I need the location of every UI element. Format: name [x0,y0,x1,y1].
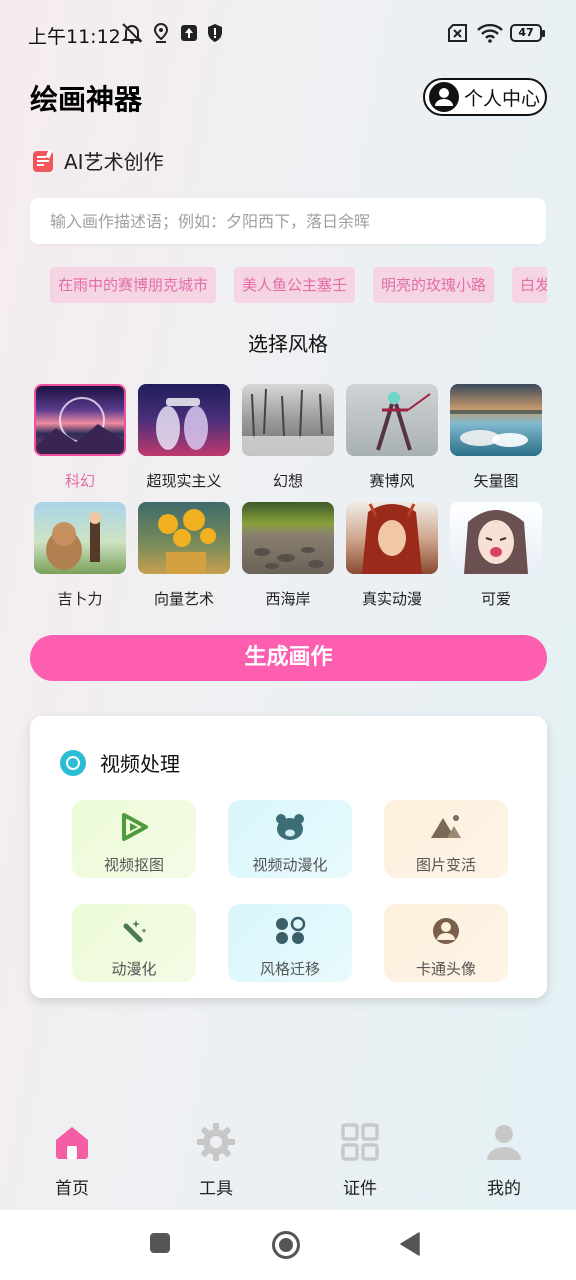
tool-anime[interactable]: 动漫化 [72,904,196,982]
suggestion-chip[interactable]: 在雨中的赛博朋克城市 [50,267,217,303]
style-thumbnail [346,502,438,574]
style-option-vector[interactable]: 矢量图 [450,384,544,491]
style-thumbnail [34,384,126,456]
style-thumbnail [138,384,230,456]
home-icon [56,1127,88,1159]
bottom-navigation: 首页 工具 证件 我的 [0,1110,576,1210]
tool-video-anime[interactable]: 视频动漫化 [228,800,352,878]
style-section-title: 选择风格 [248,332,328,356]
nav-tools[interactable]: 工具 [166,1122,266,1199]
video-section-title: 视频处理 [100,752,180,776]
style-thumbnail [450,502,542,574]
home-circle-icon[interactable] [271,1230,301,1260]
suggestion-chips: 在雨中的赛博朋克城市 美人鱼公主塞壬 明亮的玫瑰小路 白发 [50,267,547,303]
style-thumbnail [346,384,438,456]
back-icon[interactable] [399,1232,421,1256]
style-label: 矢量图 [473,472,519,490]
user-center-button[interactable]: 个人中心 [423,78,547,116]
grid-icon [341,1123,379,1161]
bear-face-icon [276,814,304,840]
video-processing-card: 视频处理 视频抠图 视频动漫化 图片变活 动漫化 风格迁移 卡通头像 [30,716,547,998]
generate-button[interactable]: 生成画作 [30,635,547,681]
nav-home[interactable]: 首页 [22,1122,122,1199]
tool-photo-animate[interactable]: 图片变活 [384,800,508,878]
ai-section-label: AI艺术创作 [64,150,164,174]
style-thumbnail [34,502,126,574]
tool-label: 视频抠图 [103,856,164,874]
style-thumbnail [242,502,334,574]
style-option-surrealism[interactable]: 超现实主义 [138,384,232,491]
prompt-input[interactable] [30,198,546,244]
suggestion-chip[interactable]: 美人鱼公主塞壬 [234,267,356,303]
camera-lens-icon [60,749,86,776]
nav-label: 工具 [199,1179,233,1199]
nav-id[interactable]: 证件 [310,1122,410,1199]
style-thumbnail [450,384,542,456]
tool-video-matting[interactable]: 视频抠图 [72,800,196,878]
battery-icon: 47 [510,24,545,42]
style-option-vector-art[interactable]: 向量艺术 [138,502,232,609]
bell-off-icon [121,23,143,44]
suggestion-chip[interactable]: 明亮的玫瑰小路 [373,267,495,303]
style-option-ghibli[interactable]: 吉卜力 [34,502,128,609]
style-option-scifi[interactable]: 科幻 [34,384,128,491]
style-label: 西海岸 [265,590,311,608]
nav-label: 首页 [55,1179,89,1199]
tool-label: 图片变活 [415,856,476,874]
recent-apps-icon[interactable] [149,1232,171,1254]
user-icon [487,1125,521,1160]
tool-cartoon-avatar[interactable]: 卡通头像 [384,904,508,982]
ai-section-header: AI艺术创作 [32,146,164,175]
avatar-icon [433,918,459,944]
user-circle-icon [429,82,459,112]
gear-icon [197,1123,235,1161]
style-label: 向量艺术 [153,590,214,608]
style-label: 吉卜力 [57,590,103,608]
style-option-west-coast[interactable]: 西海岸 [242,502,336,609]
tool-label: 风格迁移 [259,960,320,978]
style-option-real-anime[interactable]: 真实动漫 [346,502,440,609]
app-title: 绘画神器 [30,83,143,116]
style-option-fantasy[interactable]: 幻想 [242,384,336,491]
style-label: 赛博风 [369,472,415,490]
video-play-icon [122,813,148,841]
system-navigation-bar [0,1210,576,1280]
user-center-label: 个人中心 [464,87,541,110]
video-section-header: 视频处理 [60,748,180,777]
style-label: 幻想 [272,472,303,490]
style-option-cute[interactable]: 可爱 [450,502,544,609]
style-label: 真实动漫 [361,590,422,608]
tool-label: 卡通头像 [415,960,476,978]
style-thumbnail [242,384,334,456]
shield-icon [208,24,222,42]
tool-label: 动漫化 [111,960,157,978]
tool-style-transfer[interactable]: 风格迁移 [228,904,352,982]
nav-mine[interactable]: 我的 [454,1122,554,1199]
style-label: 可爱 [480,590,511,608]
location-icon [153,22,169,43]
style-thumbnail [138,502,230,574]
style-option-cyberpunk[interactable]: 赛博风 [346,384,440,491]
sim-off-icon [448,24,467,42]
upload-icon [181,25,197,41]
nav-label: 证件 [343,1179,377,1199]
notepad-icon [33,149,53,172]
suggestion-chip[interactable]: 白发 [512,267,547,303]
nav-label: 我的 [487,1179,521,1199]
style-label: 科幻 [64,472,95,490]
status-time: 上午11:12 [28,26,121,48]
status-bar: 上午11:12 47 [0,0,576,66]
tool-label: 视频动漫化 [252,856,328,874]
style-label: 超现实主义 [146,472,222,490]
magic-wand-icon [123,920,147,943]
wifi-icon [477,23,503,43]
mountain-image-icon [431,815,461,838]
shapes-icon [276,916,306,944]
